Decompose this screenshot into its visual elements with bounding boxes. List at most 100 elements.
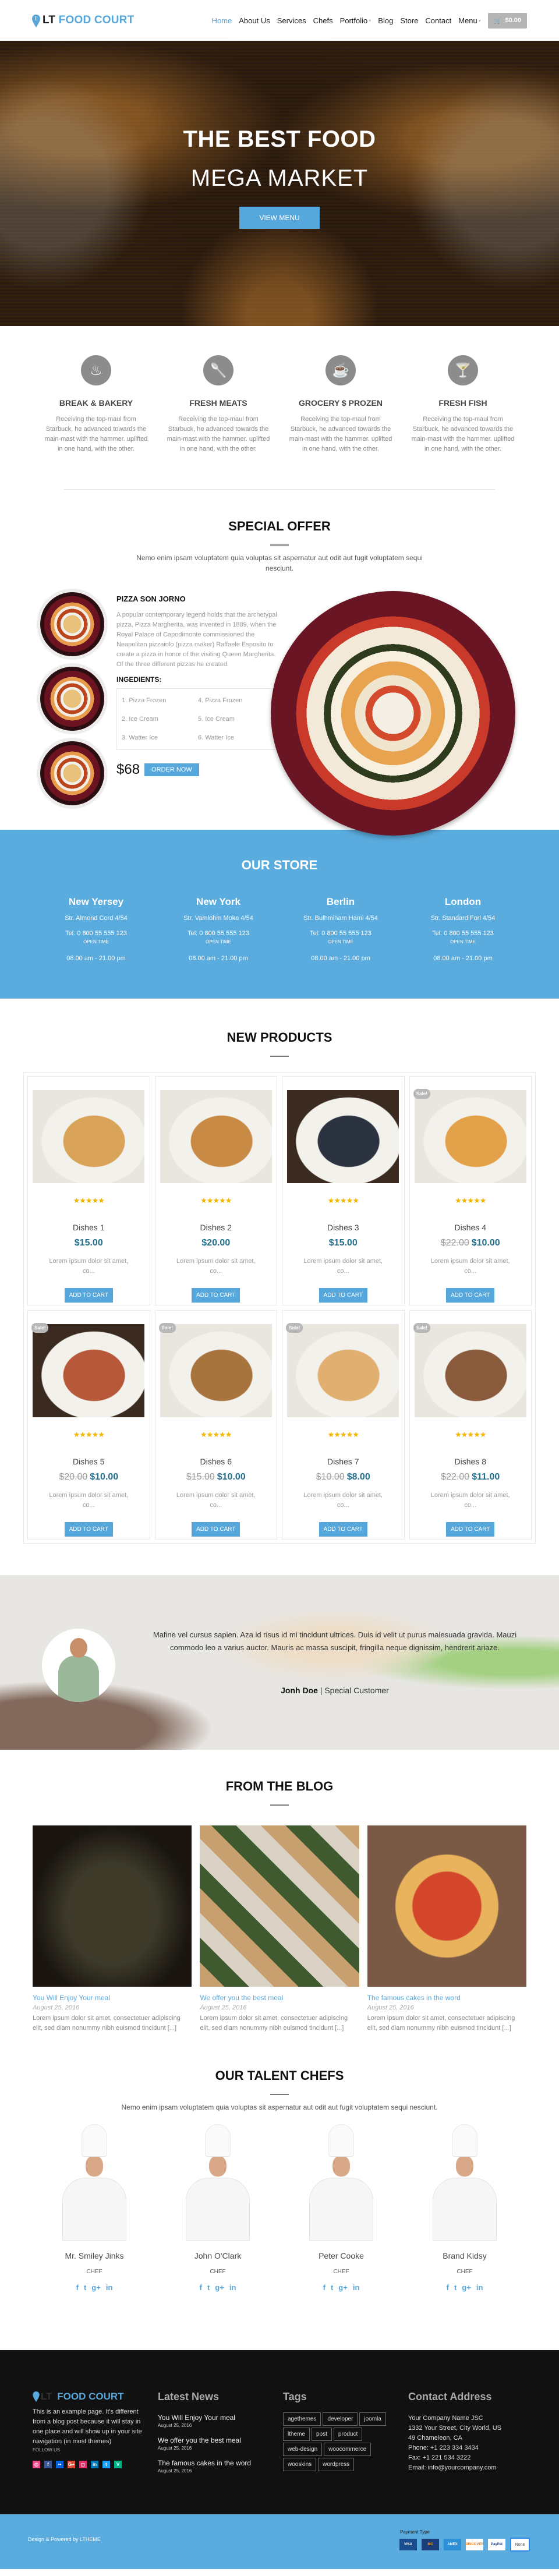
nav-item-store[interactable]: Store	[397, 16, 422, 25]
nav-item-portfolio[interactable]: Portfolio ▾	[337, 16, 375, 25]
product-name[interactable]: Dishes 4	[412, 1223, 529, 1232]
tag-link[interactable]: joomla	[359, 2412, 386, 2426]
product-name[interactable]: Dishes 7	[285, 1457, 402, 1466]
nav-item-home[interactable]: Home	[208, 16, 236, 25]
footer-contact: Contact Address Your Company Name JSC 133…	[408, 2391, 542, 2512]
add-to-cart-button[interactable]: ADD TO CART	[192, 1522, 240, 1537]
offer-thumbnail[interactable]	[38, 739, 107, 808]
facebook-icon[interactable]: f	[44, 2461, 52, 2468]
tag-link[interactable]: web-design	[283, 2443, 323, 2456]
add-to-cart-button[interactable]: ADD TO CART	[192, 1288, 240, 1303]
tag-link[interactable]: post	[312, 2428, 332, 2441]
add-to-cart-button[interactable]: ADD TO CART	[446, 1288, 495, 1303]
flickr-icon[interactable]: ••	[56, 2461, 63, 2468]
add-to-cart-button[interactable]: ADD TO CART	[319, 1522, 367, 1537]
add-to-cart-button[interactable]: ADD TO CART	[64, 1288, 113, 1303]
news-title-link[interactable]: We offer you the best meal	[158, 2436, 283, 2444]
offer-thumbnail[interactable]	[38, 664, 107, 733]
order-now-button[interactable]: ORDER NOW	[144, 763, 199, 776]
nav-item-blog[interactable]: Blog	[374, 16, 397, 25]
nav-item-menu[interactable]: Menu ▾	[455, 16, 484, 25]
linkedin-icon[interactable]: in	[353, 2283, 360, 2292]
tag-link[interactable]: wooskins	[283, 2458, 317, 2471]
product-name[interactable]: Dishes 5	[30, 1457, 147, 1466]
twitter-icon[interactable]: t	[331, 2283, 333, 2292]
linkedin-icon[interactable]: in	[476, 2283, 483, 2292]
add-to-cart-button[interactable]: ADD TO CART	[64, 1522, 113, 1537]
add-to-cart-button[interactable]: ADD TO CART	[446, 1522, 495, 1537]
product-image[interactable]	[160, 1090, 272, 1183]
tag-link[interactable]: ltheme	[283, 2428, 310, 2441]
blog-image[interactable]	[33, 1825, 192, 1987]
twitter-icon[interactable]: t	[102, 2461, 110, 2468]
product-image[interactable]: Sale!	[158, 1323, 272, 1417]
author-role: Special Customer	[324, 1686, 389, 1695]
linkedin-icon[interactable]: in	[106, 2283, 113, 2292]
google-plus-icon[interactable]: g+	[462, 2283, 471, 2292]
product-name[interactable]: Dishes 3	[285, 1223, 402, 1232]
instagram-icon[interactable]: ◻	[79, 2461, 87, 2468]
facebook-icon[interactable]: f	[76, 2283, 79, 2292]
blog-image[interactable]	[367, 1825, 526, 1987]
facebook-icon[interactable]: f	[200, 2283, 202, 2292]
tag-link[interactable]: wordpress	[318, 2458, 355, 2471]
google-plus-icon[interactable]: g+	[215, 2283, 224, 2292]
blog-image[interactable]	[200, 1825, 359, 1987]
view-menu-button[interactable]: VIEW MENU	[239, 207, 320, 229]
chef-photo	[298, 2124, 385, 2241]
news-title-link[interactable]: You Will Enjoy Your meal	[158, 2414, 283, 2422]
twitter-icon[interactable]: t	[207, 2283, 210, 2292]
product-image[interactable]: Sale!	[31, 1323, 145, 1417]
sale-badge: Sale!	[286, 1323, 303, 1333]
blog-post-title[interactable]: The famous cakes in the word	[367, 1994, 526, 2002]
footer-logo[interactable]: LT FOOD COURT	[33, 2391, 158, 2402]
product-image[interactable]: Sale!	[286, 1323, 399, 1417]
tag-link[interactable]: developer	[323, 2412, 358, 2426]
payment-icons: VISA MC AMEX DISCOVER PayPal None	[399, 2538, 530, 2552]
title-underline	[270, 1056, 289, 1057]
facebook-icon[interactable]: f	[323, 2283, 326, 2292]
dribbble-icon[interactable]: ◎	[33, 2461, 40, 2468]
product-name[interactable]: Dishes 6	[158, 1457, 275, 1466]
site-logo[interactable]: LT FOOD COURT	[32, 14, 134, 27]
tag-link[interactable]: agethemes	[283, 2412, 321, 2426]
product-name[interactable]: Dishes 2	[158, 1223, 275, 1232]
linkedin-icon[interactable]: in	[91, 2461, 98, 2468]
feature-title: BREAK & BAKERY	[59, 398, 133, 408]
twitter-icon[interactable]: t	[454, 2283, 457, 2292]
product-description: Lorem ipsum dolor sit amet, co...	[430, 1258, 510, 1275]
offer-thumbnail[interactable]	[38, 590, 107, 659]
blog-post-title[interactable]: You Will Enjoy Your meal	[33, 1994, 192, 2002]
twitter-icon[interactable]: t	[84, 2283, 86, 2292]
chef-name: Mr. Smiley Jinks	[65, 2251, 124, 2260]
cart-button[interactable]: 🛒 $0.00	[487, 12, 527, 29]
nav-item-about-us[interactable]: About Us	[235, 16, 273, 25]
product-image[interactable]: Sale!	[413, 1089, 526, 1183]
rating-stars-icon: ★★★★★	[327, 1196, 359, 1205]
site-header: LT FOOD COURT Home About Us Services Chefs P…	[0, 0, 559, 41]
nav-item-contact[interactable]: Contact	[422, 16, 455, 25]
product-image[interactable]	[33, 1090, 145, 1183]
google-plus-icon[interactable]: g+	[91, 2283, 101, 2292]
tag-link[interactable]: woocommerce	[324, 2443, 372, 2456]
product-name[interactable]: Dishes 1	[30, 1223, 147, 1232]
product-image[interactable]	[287, 1090, 399, 1183]
product-name[interactable]: Dishes 8	[412, 1457, 529, 1466]
nav-item-chefs[interactable]: Chefs	[310, 16, 337, 25]
add-to-cart-button[interactable]: ADD TO CART	[319, 1288, 367, 1303]
tags-title: Tags	[283, 2391, 307, 2402]
product-description: Lorem ipsum dolor sit amet, co...	[303, 1258, 383, 1275]
news-title-link[interactable]: The famous cakes in the word	[158, 2459, 283, 2467]
ingredients-list: 1. Pizza Frozen 4. Pizza Frozen 2. Ice Cre…	[116, 688, 280, 750]
linkedin-icon[interactable]: in	[229, 2283, 236, 2292]
facebook-icon[interactable]: f	[447, 2283, 449, 2292]
nav-item-services[interactable]: Services	[274, 16, 310, 25]
product-card: ★★★★★ Dishes 2 $20.00 Lorem ipsum dolor sit…	[154, 1076, 277, 1305]
product-image[interactable]: Sale!	[413, 1323, 526, 1417]
blog-post-title[interactable]: We offer you the best meal	[200, 1994, 359, 2002]
tag-link[interactable]: product	[333, 2428, 363, 2441]
title-underline	[270, 544, 289, 546]
vine-icon[interactable]: V	[114, 2461, 122, 2468]
google-plus-icon[interactable]: G+	[68, 2461, 75, 2468]
google-plus-icon[interactable]: g+	[338, 2283, 348, 2292]
